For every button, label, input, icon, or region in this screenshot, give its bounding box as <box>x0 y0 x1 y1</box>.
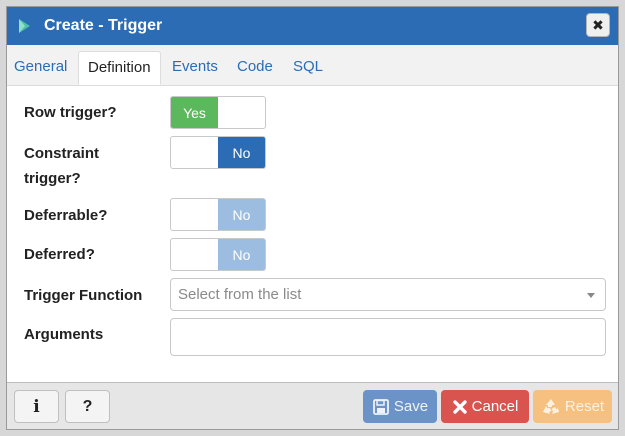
toggle-no-state: No <box>218 239 265 270</box>
constraint-trigger-label-line1: Constraint <box>24 145 99 162</box>
cancel-label: Cancel <box>471 398 519 415</box>
create-trigger-dialog: Create - Trigger ✖ General Definition Ev… <box>6 6 619 430</box>
cancel-button[interactable]: Cancel <box>441 390 529 423</box>
tab-code[interactable]: Code <box>237 57 273 77</box>
x-icon <box>452 399 467 414</box>
info-button[interactable]: i <box>14 390 59 423</box>
trigger-function-select[interactable]: Select from the list <box>170 278 606 311</box>
trigger-function-placeholder: Select from the list <box>178 286 302 303</box>
toggle-yes-state: Yes <box>171 97 218 128</box>
trigger-play-icon <box>17 17 33 35</box>
arguments-label: Arguments <box>24 326 104 343</box>
constraint-trigger-label-line2: trigger? <box>24 170 81 187</box>
save-button[interactable]: Save <box>363 390 437 423</box>
dialog-titlebar[interactable]: Create - Trigger ✖ <box>7 7 618 45</box>
toggle-no-state: No <box>218 137 265 168</box>
reset-button[interactable]: Reset <box>533 390 612 423</box>
tab-general[interactable]: General <box>14 57 67 77</box>
save-label: Save <box>393 398 429 415</box>
tab-events[interactable]: Events <box>172 57 218 77</box>
help-icon: ? <box>82 397 93 415</box>
tab-definition[interactable]: Definition <box>78 51 161 85</box>
tab-sql[interactable]: SQL <box>293 57 323 77</box>
info-icon: i <box>33 396 40 417</box>
dialog-footer: i ? Save Cancel Reset <box>7 382 618 429</box>
close-button[interactable]: ✖ <box>586 13 610 37</box>
chevron-down-icon <box>587 293 595 298</box>
deferrable-label: Deferrable? <box>24 207 108 224</box>
close-icon: ✖ <box>592 17 604 33</box>
deferrable-toggle[interactable]: No <box>170 198 266 231</box>
deferred-toggle[interactable]: No <box>170 238 266 271</box>
tab-bar: General Definition Events Code SQL <box>7 45 618 86</box>
floppy-disk-icon <box>372 398 389 415</box>
deferred-label: Deferred? <box>24 246 95 263</box>
toggle-no-state: No <box>218 199 265 230</box>
recycle-icon <box>542 398 559 414</box>
reset-label: Reset <box>564 398 605 415</box>
row-trigger-toggle[interactable]: Yes <box>170 96 266 129</box>
dialog-title: Create - Trigger <box>44 17 163 34</box>
arguments-input[interactable] <box>170 318 606 356</box>
row-trigger-label: Row trigger? <box>24 104 117 121</box>
constraint-trigger-toggle[interactable]: No <box>170 136 266 169</box>
help-button[interactable]: ? <box>65 390 110 423</box>
trigger-function-label: Trigger Function <box>24 287 143 304</box>
